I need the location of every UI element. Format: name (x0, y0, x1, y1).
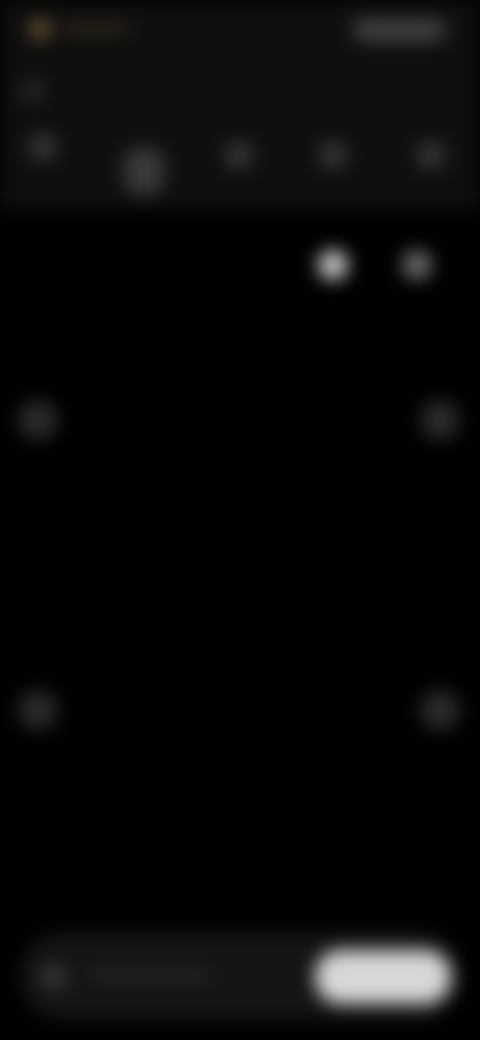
app-logo-icon (30, 19, 50, 39)
left-arrow-icon[interactable] (18, 400, 58, 440)
primary-button[interactable] (315, 950, 451, 1004)
mode-item-1[interactable] (28, 132, 58, 162)
app-screen (0, 0, 480, 1040)
top-action-button[interactable] (352, 18, 446, 42)
view-control-secondary-icon[interactable] (402, 250, 432, 280)
brand-label (60, 25, 130, 33)
right-arrow-icon[interactable] (420, 400, 460, 440)
top-header (0, 0, 480, 210)
right-arrow-icon[interactable] (420, 690, 460, 730)
mode-item-5[interactable] (416, 140, 446, 170)
mode-item-4[interactable] (318, 140, 348, 170)
mode-item-2[interactable] (124, 148, 164, 194)
view-control-primary-icon[interactable] (318, 250, 348, 280)
mode-item-3[interactable] (224, 140, 254, 170)
left-arrow-icon[interactable] (18, 690, 58, 730)
brand (30, 14, 130, 44)
bottom-left-label (90, 970, 210, 980)
gallery-icon[interactable] (40, 963, 68, 991)
menu-icon[interactable] (22, 80, 44, 102)
